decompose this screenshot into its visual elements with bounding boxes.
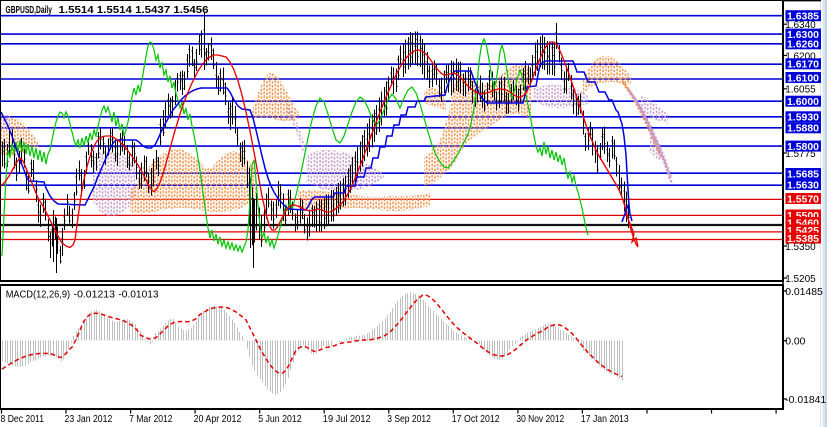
svg-text:30 Nov 2012: 30 Nov 2012 <box>516 413 564 425</box>
svg-text:1.6260: 1.6260 <box>787 39 819 51</box>
svg-text:1.6000: 1.6000 <box>787 96 819 108</box>
svg-text:0.00: 0.00 <box>785 337 805 348</box>
svg-text:7 Mar 2012: 7 Mar 2012 <box>129 413 173 425</box>
svg-text:19 Jul 2012: 19 Jul 2012 <box>323 413 371 425</box>
svg-text:23 Jan 2012: 23 Jan 2012 <box>65 413 113 425</box>
svg-text:1.5800: 1.5800 <box>787 141 819 153</box>
svg-text:1.6055: 1.6055 <box>785 85 816 96</box>
svg-text:17 Oct 2012: 17 Oct 2012 <box>452 413 500 425</box>
svg-text:20 Apr 2012: 20 Apr 2012 <box>194 413 242 425</box>
svg-text:-0.01013: -0.01013 <box>118 288 158 300</box>
svg-text:-0.01213: -0.01213 <box>74 288 115 300</box>
svg-text:1.6170: 1.6170 <box>787 59 819 71</box>
svg-text:17 Jan 2013: 17 Jan 2013 <box>581 413 629 425</box>
svg-text:1.5205: 1.5205 <box>785 274 816 285</box>
svg-text:1.6385: 1.6385 <box>787 11 819 23</box>
svg-text:1.5630: 1.5630 <box>787 179 819 191</box>
svg-text:5 Jun 2012: 5 Jun 2012 <box>258 413 302 425</box>
svg-text:-0.01841: -0.01841 <box>785 395 826 406</box>
svg-text:0.01485: 0.01485 <box>785 287 823 298</box>
svg-text:3 Sep 2012: 3 Sep 2012 <box>387 413 431 425</box>
svg-text:8 Dec 2011: 8 Dec 2011 <box>1 413 45 425</box>
svg-text:1.5570: 1.5570 <box>787 193 819 205</box>
svg-text:1.5880: 1.5880 <box>787 123 819 135</box>
svg-text:1.5385: 1.5385 <box>787 233 819 245</box>
svg-text:MACD(12,26,9): MACD(12,26,9) <box>6 288 70 300</box>
svg-text:GBPUSD,Daily: GBPUSD,Daily <box>6 4 53 16</box>
svg-text:1.5514 1.5514 1.5437 1.5456: 1.5514 1.5514 1.5437 1.5456 <box>59 4 209 16</box>
svg-text:1.6100: 1.6100 <box>787 72 819 84</box>
